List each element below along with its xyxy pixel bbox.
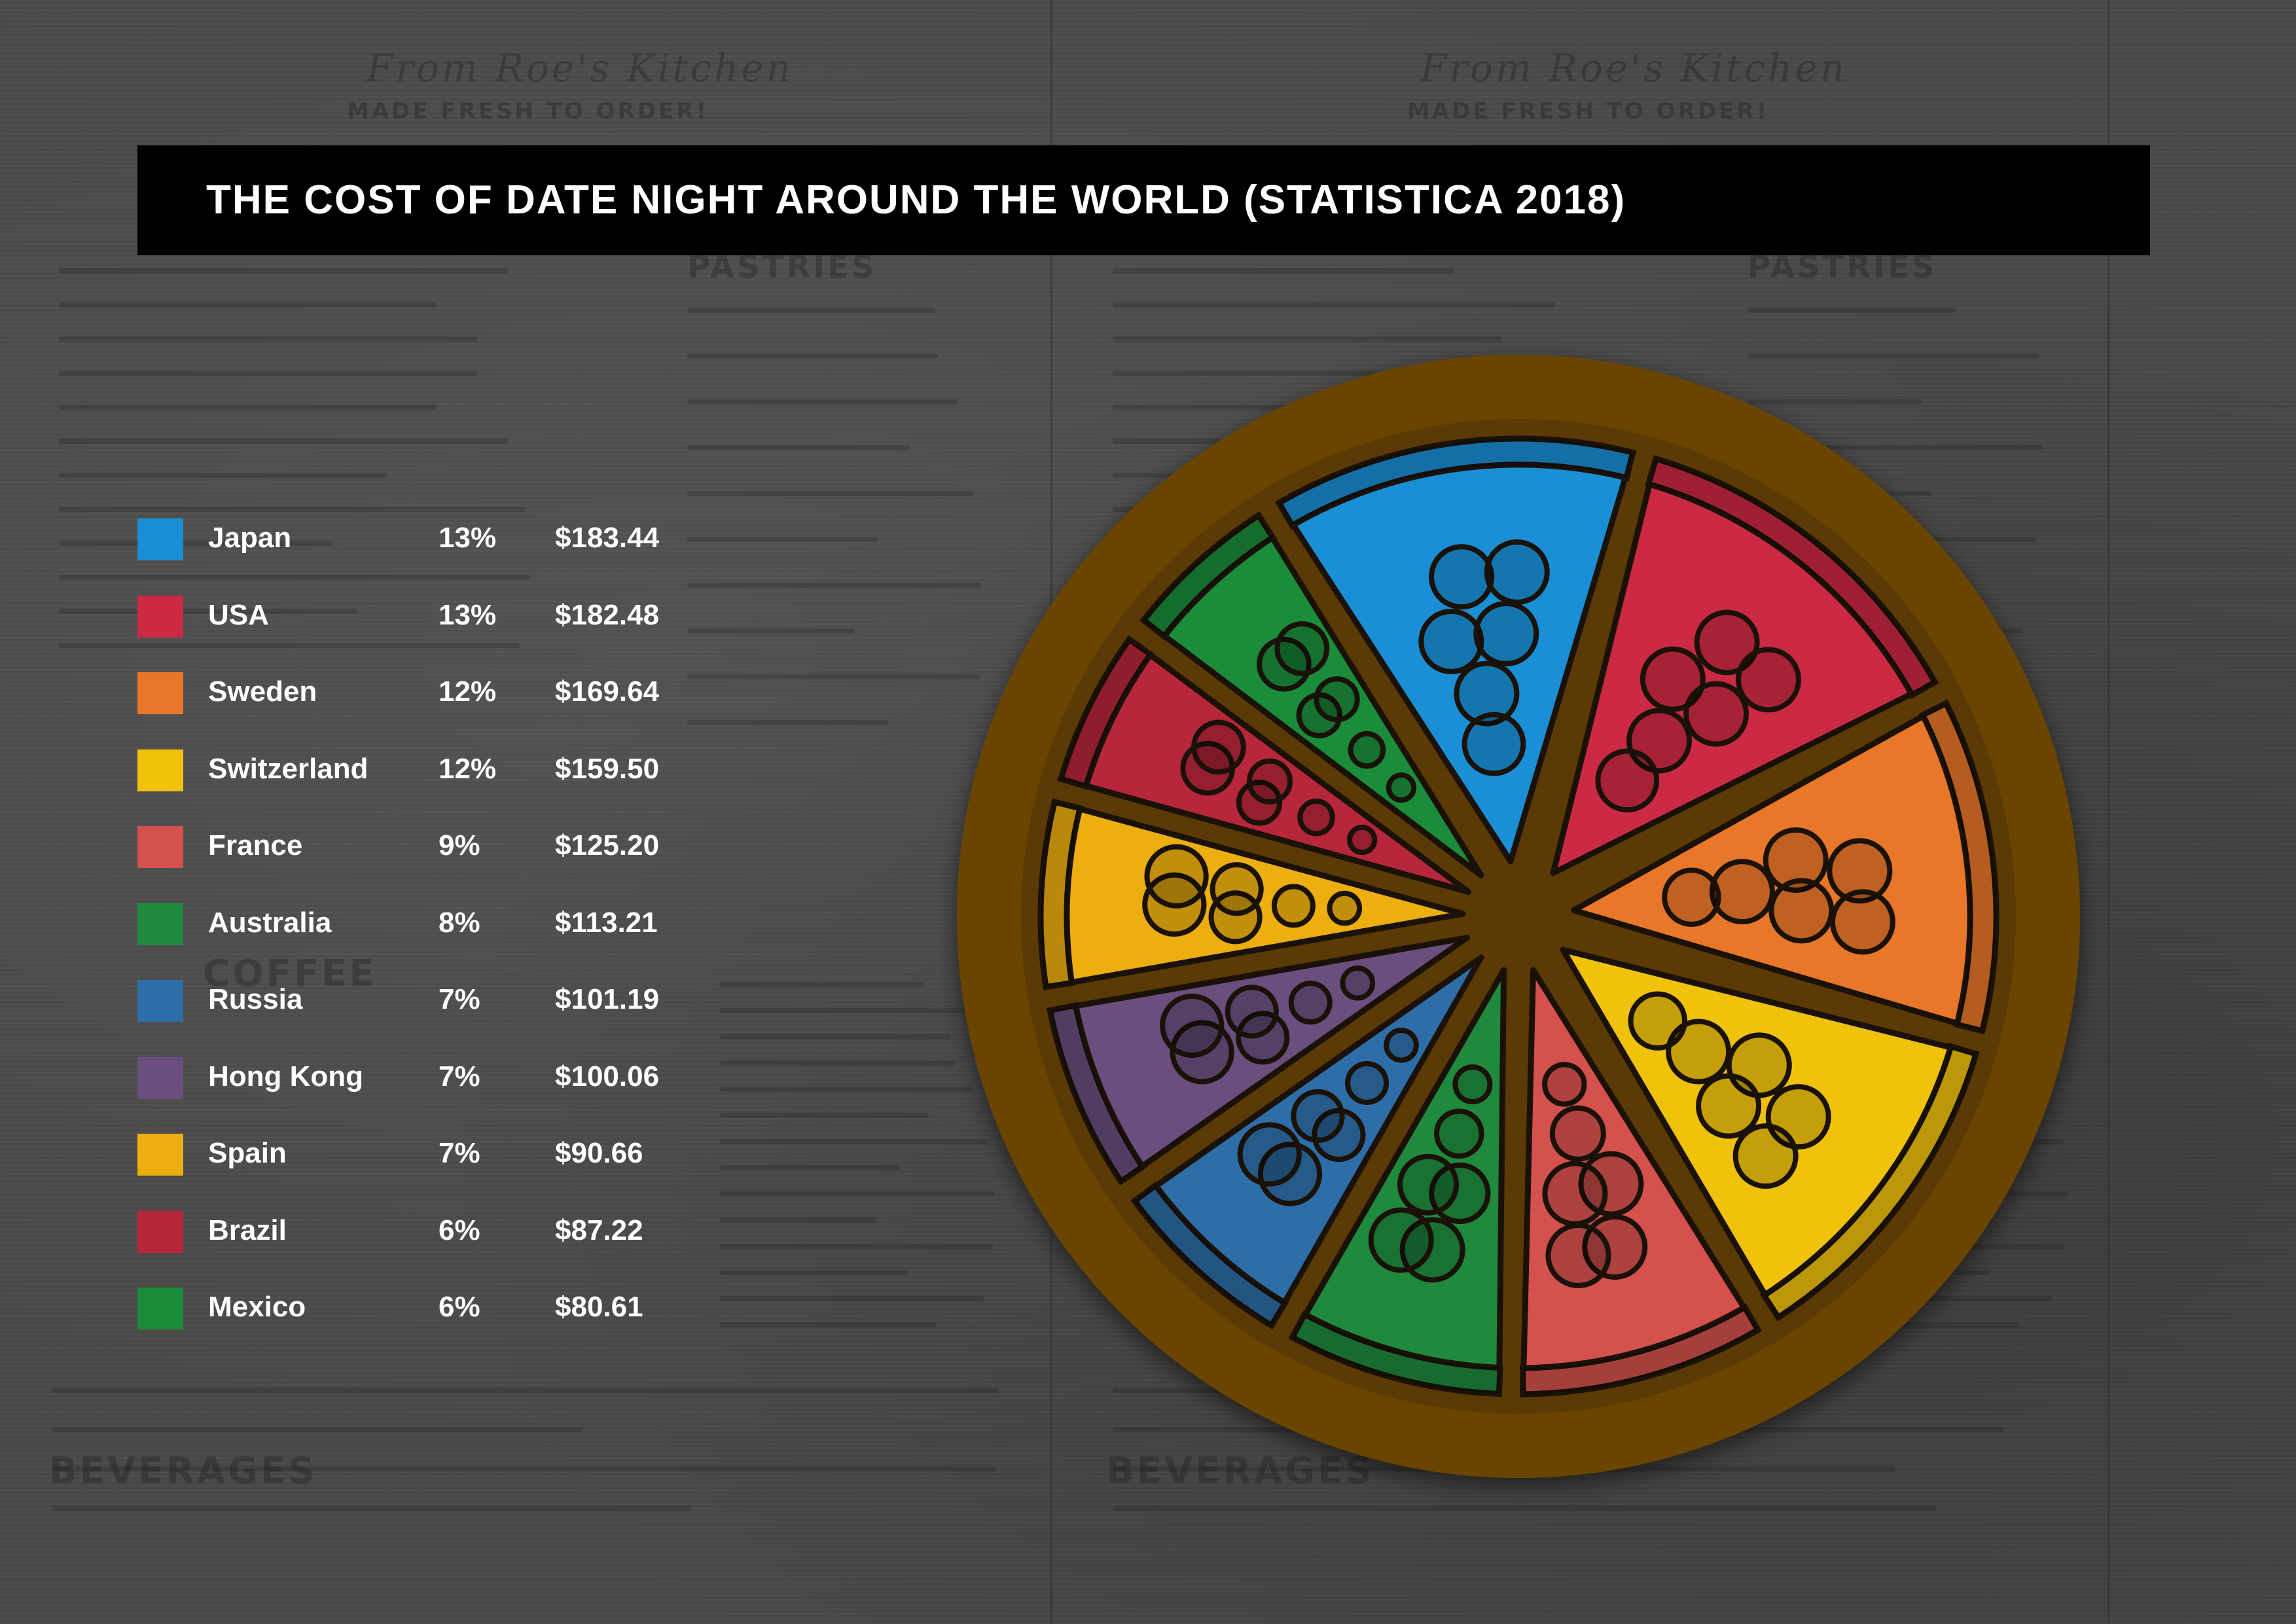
slice-topping [1348, 731, 1386, 769]
slice-topping [1429, 544, 1495, 610]
slice-topping [1237, 1122, 1302, 1187]
slice-topping [1709, 859, 1775, 925]
slice-topping [1735, 647, 1801, 713]
slice-topping [1662, 867, 1721, 927]
slice-topping [1542, 1161, 1608, 1227]
slice-topping [1628, 991, 1687, 1051]
slice-topping [1484, 539, 1550, 605]
slice-topping [1397, 1153, 1460, 1216]
slice-topping [1473, 601, 1539, 667]
pizza-pie-chart [957, 355, 2080, 1478]
slice-topping [1462, 712, 1526, 776]
slice-topping [1434, 1108, 1484, 1159]
slice-topping [1732, 1123, 1799, 1189]
slice-topping [1271, 884, 1316, 928]
slice-topping [1346, 824, 1378, 856]
slice-topping [1418, 608, 1484, 674]
slice-topping [1595, 748, 1660, 813]
slice-topping [1452, 1064, 1493, 1105]
slice-topping [1225, 984, 1279, 1039]
slice-topping [1683, 681, 1749, 747]
slice-topping [1549, 1105, 1606, 1162]
slice-topping [1545, 1222, 1611, 1288]
slice-topping [1144, 844, 1209, 909]
slice-topping [1327, 890, 1363, 926]
slice-topping [1340, 965, 1376, 1001]
slice-topping [1291, 1089, 1345, 1144]
slice-topping [1345, 1060, 1390, 1105]
slice-topping [1314, 676, 1360, 723]
slice-topping [1288, 981, 1333, 1025]
slice-topping [1191, 719, 1246, 775]
slice-topping [1210, 862, 1264, 916]
slice-topping [1297, 798, 1335, 837]
slice-topping [1542, 1062, 1587, 1107]
slice-topping [1696, 1073, 1762, 1139]
slice-topping [1160, 993, 1225, 1058]
slice-topping [1386, 772, 1417, 803]
slice-topping [1368, 1207, 1434, 1273]
slice-topping [1768, 878, 1835, 944]
slice-topping [1246, 758, 1293, 804]
slice-topping [1274, 621, 1330, 676]
slice-topping [1384, 1027, 1419, 1063]
slice-topping [1829, 889, 1895, 955]
